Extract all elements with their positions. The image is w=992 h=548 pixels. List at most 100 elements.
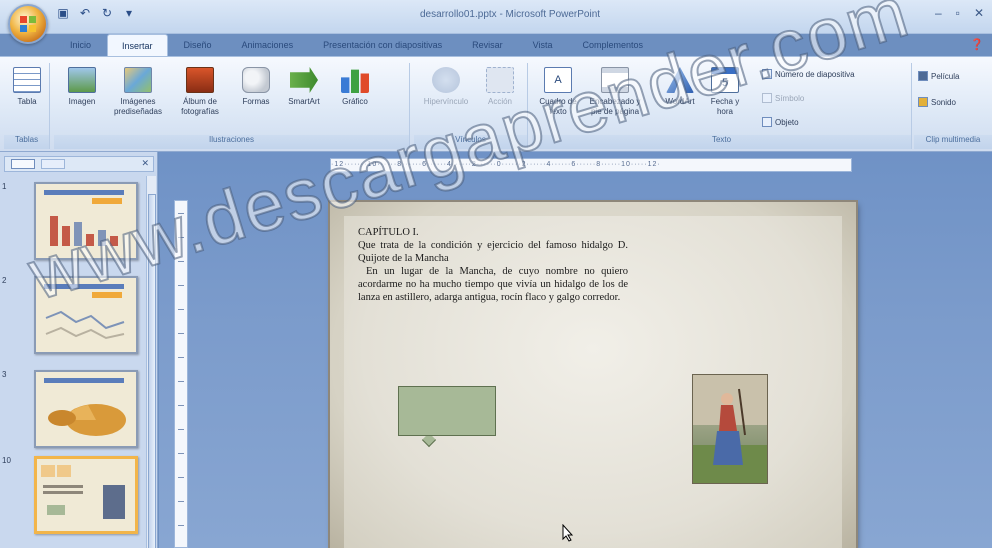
slide-thumbnail-selected[interactable]: 10 [2,456,140,538]
chapter-title: CAPÍTULO I. [358,227,419,238]
tab-revisar[interactable]: Revisar [458,34,517,56]
close-button[interactable]: ✕ [974,6,984,20]
symbol-button[interactable]: Símbolo [762,93,804,103]
tab-slides[interactable] [11,159,35,169]
hyperlink-button[interactable]: Hipervínculo [418,67,474,107]
slide-text-box[interactable]: CAPÍTULO I. Que trata de la condición y … [358,226,628,304]
object-button[interactable]: Objeto [762,117,799,127]
close-panel-icon[interactable]: ✕ [141,158,149,169]
hyperlink-label: Hipervínculo [423,97,469,106]
clip-art-button[interactable]: Imágenes prediseñadas [112,67,164,117]
office-button[interactable] [8,4,48,44]
movie-icon [918,71,928,81]
shapes-button[interactable]: Formas [236,67,276,107]
shapes-icon [242,67,270,93]
office-logo-icon [20,16,36,32]
ribbon: Tabla Tablas Imagen Imágenes prediseñada… [0,56,992,152]
help-icon[interactable]: ❓ [970,38,984,51]
image-label: Imagen [68,97,96,106]
current-slide[interactable]: CAPÍTULO I. Que trata de la condición y … [330,202,856,548]
slide-thumbnail[interactable]: 2 [2,276,140,358]
save-icon[interactable]: ▣ [56,6,70,20]
thumbnail-image [34,456,138,534]
customize-qat-icon[interactable]: ▾ [122,6,136,20]
movie-button[interactable]: Película [918,71,959,81]
horizontal-ruler: ·12·······10······8······6······4······2… [330,158,852,172]
smartart-button[interactable]: SmartArt [280,67,328,107]
table-icon [13,67,41,93]
group-label-links: Vínculos [414,135,527,149]
vertical-ruler [174,200,188,548]
mouse-cursor-icon [562,524,574,542]
chapter-paragraph: En un lugar de la Mancha, de cuyo nombre… [358,266,628,303]
slide-number: 3 [2,370,7,379]
tab-animaciones[interactable]: Animaciones [228,34,308,56]
slide-number: 2 [2,276,7,285]
slide-thumbnail[interactable]: 1 [2,182,140,264]
date-time-button[interactable]: 5 Fecha y hora [708,67,742,117]
text-box-label: Cuadro de texto [539,97,577,116]
clip-art-icon [124,67,152,93]
quijote-picture[interactable] [692,374,768,484]
panel-tabs: ✕ [4,156,154,172]
tab-vista[interactable]: Vista [519,34,567,56]
slides-panel: ✕ 1 2 3 10 [0,152,158,548]
scrollbar-thumb[interactable] [148,194,156,548]
action-icon [486,67,514,93]
slide-thumbnail[interactable]: 3 [2,370,140,452]
tab-presentacion[interactable]: Presentación con diapositivas [309,34,456,56]
clip-art-label: Imágenes prediseñadas [113,97,163,116]
minimize-button[interactable]: – [935,6,942,20]
photo-album-button[interactable]: Álbum de fotografías [172,67,228,117]
image-icon [68,67,96,93]
group-label-media: Clip multimedia [914,135,992,149]
action-button[interactable]: Acción [478,67,522,107]
calendar-icon: 5 [711,67,739,93]
group-media: Película Sonido Clip multimedia [914,63,992,149]
movie-label: Película [931,71,960,81]
maximize-button[interactable]: ▫ [956,6,960,20]
object-icon [762,117,772,127]
redo-icon[interactable]: ↻ [100,6,114,20]
date-time-label: Fecha y hora [710,97,740,116]
chapter-subtitle: Que trata de la condición y ejercicio de… [358,240,628,264]
table-button[interactable]: Tabla [10,67,44,107]
symbol-label: Símbolo [775,93,805,103]
slide-number-button[interactable]: Número de diapositiva [762,69,855,79]
header-footer-icon [601,67,629,93]
speaker-icon [918,97,928,107]
pie-chart-thumbnail-icon [44,378,126,436]
image-button[interactable]: Imagen [62,67,102,107]
tab-complementos[interactable]: Complementos [569,34,658,56]
quick-access-toolbar: ▣ ↶ ↻ ▾ [56,6,136,20]
text-box-button[interactable]: A Cuadro de texto [536,67,580,117]
thumbnail-image [34,182,138,260]
callout-shape[interactable] [398,386,496,436]
sound-button[interactable]: Sonido [918,97,956,107]
tab-inicio[interactable]: Inicio [56,34,105,56]
bar-chart-thumbnail-icon [44,190,124,246]
slides-scrollbar[interactable] [146,176,156,548]
group-illustrations: Imagen Imágenes prediseñadas Álbum de fo… [54,63,410,149]
header-footer-button[interactable]: Encabezado y pie de página [584,67,646,117]
action-label: Acción [487,97,512,106]
window-controls: – ▫ ✕ [935,6,984,20]
chart-button[interactable]: Gráfico [334,67,376,107]
wordart-button[interactable]: WordArt [660,67,700,107]
current-slide-thumbnail-icon [41,465,125,519]
omega-icon [762,93,772,103]
slide-number: 10 [2,456,11,465]
undo-icon[interactable]: ↶ [78,6,92,20]
tab-diseno[interactable]: Diseño [170,34,226,56]
thumbnail-image [34,276,138,354]
tab-insertar[interactable]: Insertar [107,34,168,56]
wordart-icon [666,67,694,93]
tab-outline[interactable] [41,159,65,169]
smartart-label: SmartArt [288,97,320,106]
text-box-icon: A [544,67,572,93]
slide-number: 1 [2,182,7,191]
window-title: desarrollo01.pptx - Microsoft PowerPoint [419,9,601,20]
line-chart-thumbnail-icon [44,284,125,340]
wordart-label: WordArt [665,97,695,106]
ribbon-tabs: Inicio Insertar Diseño Animaciones Prese… [56,34,657,56]
